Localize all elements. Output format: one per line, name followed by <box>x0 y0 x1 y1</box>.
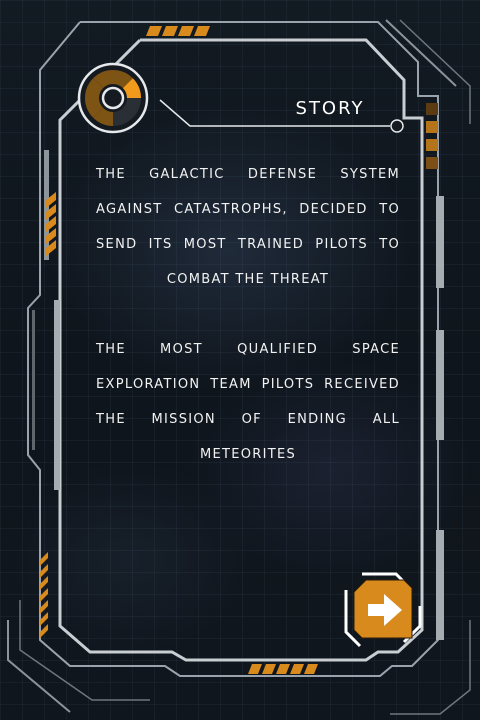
story-title: STORY <box>295 98 365 119</box>
right-bar-top <box>436 196 444 288</box>
right-status-squares <box>426 103 438 169</box>
left-bar-mid <box>54 300 60 490</box>
radial-gauge-icon <box>77 62 149 134</box>
title-connector-node <box>390 119 404 133</box>
right-bar-mid <box>436 330 444 440</box>
right-bar-low <box>436 530 444 640</box>
left-lower-hash-marks <box>40 552 48 638</box>
next-button[interactable] <box>344 570 422 648</box>
story-paragraph-1: THE GALACTIC DEFENSE SYSTEM AGAINST CATA… <box>96 167 400 287</box>
arrow-right-icon <box>344 572 422 648</box>
top-right-bracket <box>385 19 457 87</box>
top-hash-marks <box>146 26 210 36</box>
left-bar-low <box>32 310 35 450</box>
story-paragraph-2: THE MOST QUALIFIED SPACE EXPLORATION TEA… <box>96 342 400 462</box>
bottom-hash-marks <box>248 664 318 674</box>
